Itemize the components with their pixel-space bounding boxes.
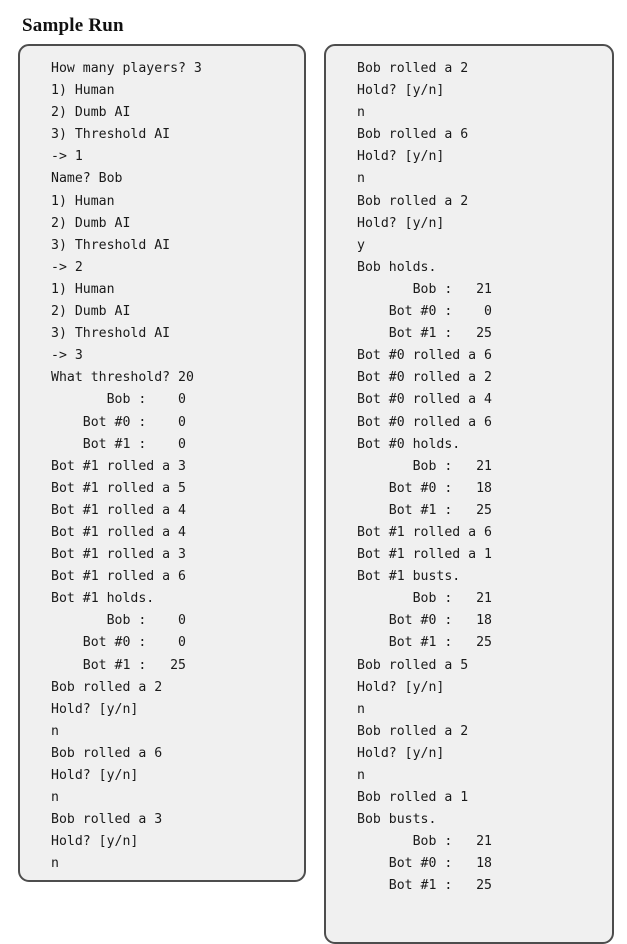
console-line: Bot #1 : 25 [357,878,492,894]
console-line: Bob rolled a 2 [357,61,469,76]
console-line: 1) Human [51,193,115,209]
console-line: Bot #0 rolled a 2 [357,370,492,386]
console-line: n [357,701,365,717]
console-line: 3) Threshold AI [51,326,171,342]
console-line: Hold? [y/n] [357,83,445,99]
console-line: Hold? [y/n] [357,215,445,231]
console-line: Bob busts. [357,812,437,828]
console-line: Bob rolled a 2 [357,723,469,739]
right-console-transcript: Bob rolled a 2 Hold? [y/n] n Bob rolled a 6… [326,46,612,898]
console-line: Hold? [y/n] [51,834,139,850]
console-line: Bot #1 rolled a 3 [51,547,186,563]
console-line: 1) Human [51,281,115,297]
console-line: Bot #1 holds. [51,591,155,607]
console-line: -> 2 [51,259,83,275]
console-line: Bob rolled a 6 [357,127,469,143]
console-line: Bot #1 rolled a 4 [51,524,186,540]
console-line: 2) Dumb AI [51,215,131,231]
console-line: Bob : 0 [51,392,186,408]
console-line: 2) Dumb AI [51,105,131,121]
console-line: n [357,105,365,121]
console-line: Hold? [y/n] [357,149,445,165]
console-panels-container: How many players? 3 1) Human 2) Dumb AI 3) … [0,0,627,944]
console-line: Bot #0 : 0 [357,304,492,320]
console-line: Hold? [y/n] [51,768,139,783]
right-console-panel: Bob rolled a 2 Hold? [y/n] n Bob rolled a 6… [324,44,614,944]
console-line: Bot #0 : 18 [357,613,492,629]
console-line: Bob : 0 [51,613,186,629]
console-line: Bot #1 : 25 [357,502,492,518]
console-line: Bob : 21 [357,458,492,474]
console-line: 3) Threshold AI [51,237,171,253]
console-line: Bot #1 : 25 [357,326,492,342]
console-line: Bot #0 rolled a 6 [357,414,492,430]
console-line: Bot #0 : 0 [51,414,186,430]
console-line: Bob : 21 [357,591,492,607]
console-line: Bob rolled a 1 [357,790,469,806]
console-line: -> 1 [51,149,83,165]
console-line: 3) Threshold AI [51,127,171,143]
console-line: Bot #1 rolled a 4 [51,502,186,518]
console-line: Bot #1 rolled a 1 [357,547,492,563]
console-line: Bob holds. [357,259,437,275]
left-console-panel: How many players? 3 1) Human 2) Dumb AI 3) … [18,44,306,882]
console-line: Bot #0 : 18 [357,856,492,872]
console-line: Bob : 21 [357,281,492,297]
console-line: -> 3 [51,348,83,364]
console-line: y [357,237,365,253]
console-line: Hold? [y/n] [357,679,445,695]
console-line: Bot #1 rolled a 5 [51,480,186,496]
console-line: n [51,723,59,739]
console-line: Bot #0 rolled a 6 [357,348,492,364]
console-line: Bot #1 busts. [357,569,461,585]
console-line: Bob : 21 [357,834,492,850]
console-line: Bot #0 rolled a 4 [357,392,492,408]
console-line: Bot #0 : 18 [357,480,492,496]
console-line: How many players? 3 [51,61,202,76]
console-line: Bob rolled a 2 [51,679,163,695]
console-line: Hold? [y/n] [357,745,445,761]
console-line: n [357,171,365,187]
console-line: What threshold? 20 [51,370,194,386]
console-line: Bot #1 rolled a 3 [51,458,186,474]
console-line: Bot #0 holds. [357,436,461,452]
console-line: Bob rolled a 2 [357,193,469,209]
console-line: 2) Dumb AI [51,304,131,320]
console-line: 1) Human [51,83,115,99]
console-line: Bot #1 : 25 [357,635,492,651]
console-line: Name? Bob [51,171,123,187]
console-line: Bot #0 : 0 [51,635,186,651]
console-line: Hold? [y/n] [51,701,139,717]
console-line: n [51,790,59,806]
left-console-transcript: How many players? 3 1) Human 2) Dumb AI 3) … [20,46,304,875]
console-line: n [51,856,59,872]
console-line: Bob rolled a 5 [357,657,469,673]
console-line: Bob rolled a 6 [51,745,163,761]
console-line: Bob rolled a 3 [51,812,163,828]
console-line: n [357,768,365,783]
console-line: Bot #1 : 25 [51,657,186,673]
console-line: Bot #1 rolled a 6 [51,569,186,585]
console-line: Bot #1 : 0 [51,436,186,452]
console-line: Bot #1 rolled a 6 [357,524,492,540]
